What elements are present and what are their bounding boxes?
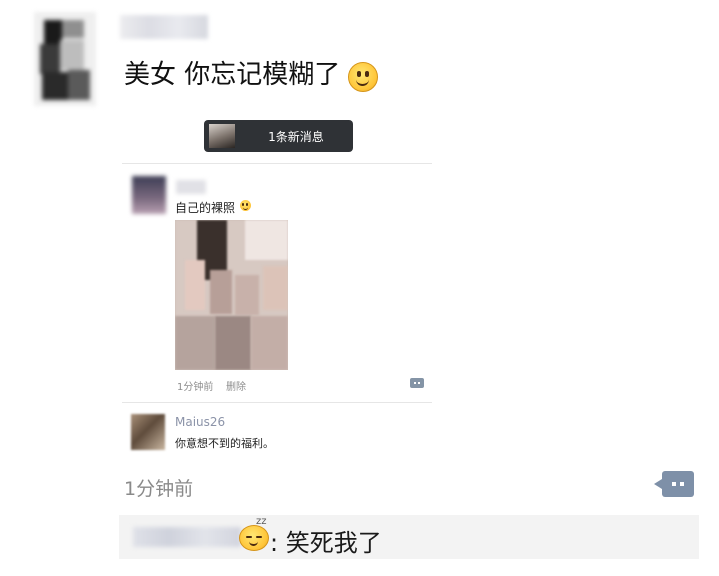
delete-link[interactable]: 删除 [226,378,246,393]
divider [122,402,432,403]
commenter-avatar [131,414,165,450]
comment-text: 你意想不到的福利。 [175,437,274,450]
comment-reply[interactable]: zz : 笑死我了 [119,515,699,559]
reply-content: 笑死我了 [285,529,382,557]
notification-avatar [209,124,235,148]
inner-post-text: 自己的裸照 [175,201,236,215]
post-time: 1分钟前 [124,478,194,500]
reply-separator: : [270,529,279,557]
smile-emoji-icon [348,62,378,92]
sleepy-emoji-icon: zz [239,516,269,551]
moments-post: 美女 你忘记模糊了 1条新消息 自己的裸照 1分钟前 删除 Maius26 你意… [0,0,719,576]
comment-icon[interactable] [654,471,694,497]
notification-text: 1条新消息 [268,130,324,144]
inner-author-name-blurred [176,180,206,194]
reply-author-blurred[interactable] [133,527,241,547]
divider [122,163,432,164]
new-message-notification[interactable]: 1条新消息 [204,120,353,152]
author-avatar[interactable] [34,12,96,106]
comment-icon[interactable] [410,378,424,388]
inner-post-time: 1分钟前 [177,382,214,393]
author-name-blurred[interactable] [120,15,208,39]
reply-text: : 笑死我了 [270,523,382,558]
smile-emoji-icon [240,200,251,211]
post-text: 美女 你忘记模糊了 [124,60,341,90]
inner-author-avatar [132,176,166,214]
commenter-name[interactable]: Maius26 [175,415,225,429]
blurred-photo [175,220,288,370]
